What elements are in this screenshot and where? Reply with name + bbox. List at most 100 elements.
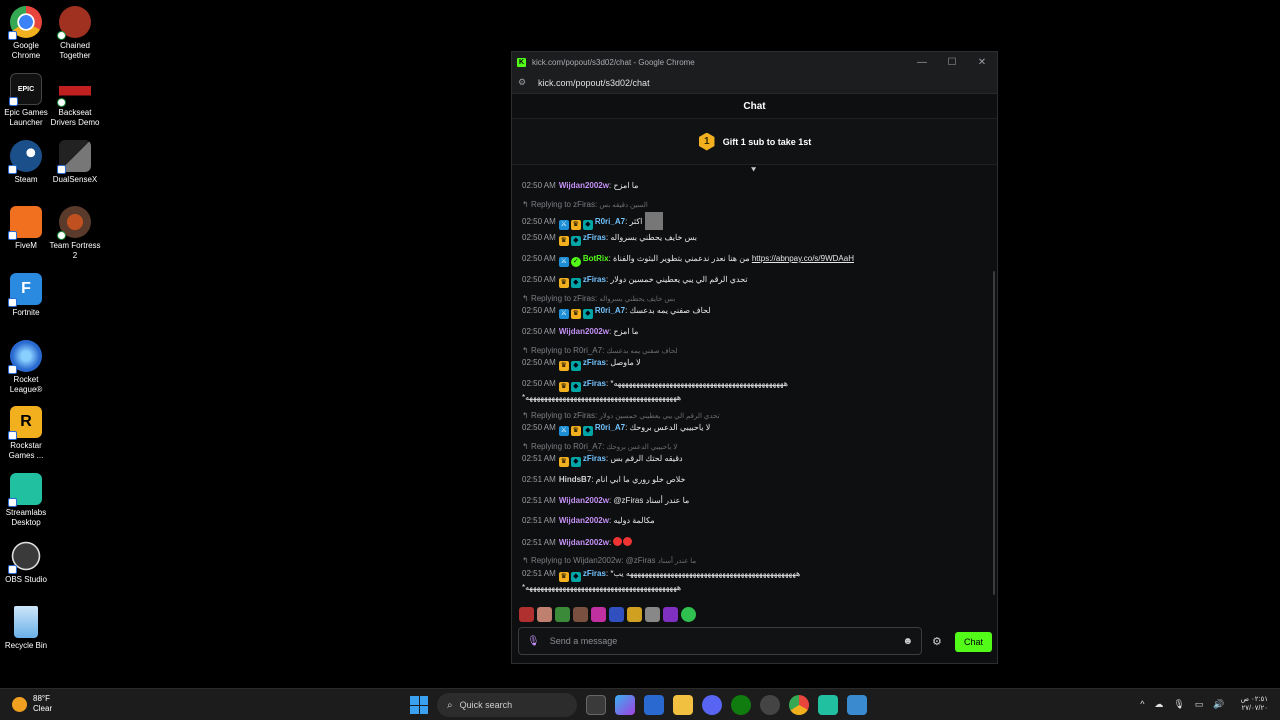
msg-username[interactable]: HindsB7 bbox=[559, 475, 591, 484]
steam-taskbar-icon[interactable] bbox=[760, 695, 780, 715]
emote-2-icon[interactable] bbox=[537, 607, 552, 622]
send-chat-button[interactable]: Chat bbox=[955, 632, 992, 652]
msg-link[interactable]: https://abnpay.co/s/9WDAaH bbox=[752, 254, 854, 263]
emote-4-icon[interactable] bbox=[573, 607, 588, 622]
chat-message[interactable]: 02:50 AM Wijdan2002w: ما امزح bbox=[522, 181, 638, 190]
msg-username[interactable]: zFiras bbox=[583, 454, 606, 463]
site-settings-icon[interactable]: ⚙ bbox=[518, 77, 530, 88]
emote-9-icon[interactable] bbox=[663, 607, 678, 622]
desktop-icon-google-chrome[interactable]: Google Chrome bbox=[0, 6, 52, 61]
chat-message[interactable]: 02:50 AM ⚔ ♛ ◆ R0ri_A7: اكثر bbox=[522, 212, 664, 230]
chat-message[interactable]: 02:50 AM ⚔ ♛ ◆ R0ri_A7: لحاف صفني يمه بدعسك bbox=[522, 306, 711, 319]
desktop-icon-obs-studio[interactable]: OBS Studio bbox=[0, 540, 52, 585]
msg-username[interactable]: zFiras bbox=[583, 275, 606, 284]
emote-10-icon[interactable] bbox=[681, 607, 696, 622]
chat-message[interactable]: 02:51 AM Wijdan2002w: @zFiras ما عندر أسن… bbox=[522, 496, 689, 505]
chat-message[interactable]: 02:50 AM Wijdan2002w: ما امزح bbox=[522, 327, 638, 336]
emote-1-icon[interactable] bbox=[519, 607, 534, 622]
msg-username[interactable]: Wijdan2002w bbox=[559, 327, 609, 336]
message-input[interactable] bbox=[549, 636, 903, 646]
network-icon[interactable]: ▭ bbox=[1195, 699, 1204, 710]
chat-message[interactable]: 02:50 AM ♛ ◆ zFiras: *ههههههههههههههههههههه… bbox=[522, 379, 788, 392]
chat-message[interactable]: 02:51 AM Wijdan2002w: مكالمة دوليه bbox=[522, 516, 655, 525]
emote-5-icon[interactable] bbox=[591, 607, 606, 622]
clock[interactable]: ٠٢:٥١ ص ٢٧/٠٧/٢٠ bbox=[1241, 695, 1268, 713]
volume-icon[interactable]: 🔊 bbox=[1213, 699, 1224, 710]
pinned-collapse-icon[interactable]: ⯆ bbox=[750, 165, 757, 176]
desktop-icon-steam[interactable]: Steam bbox=[0, 140, 52, 185]
msg-text: من هنا نعدر ندعمني بتطوير البثوث والفناة bbox=[613, 254, 750, 263]
desktop-icon-epic-games[interactable]: EPIC Epic Games Launcher bbox=[0, 73, 52, 128]
desktop-icon-dualsensex[interactable]: DualSenseX bbox=[49, 140, 101, 185]
chat-message[interactable]: 02:51 AM ♛ ◆ zFiras: دقيقه لحتك الرقم بس bbox=[522, 454, 683, 467]
emote-7-icon[interactable] bbox=[627, 607, 642, 622]
msg-username[interactable]: zFiras bbox=[583, 233, 606, 242]
desktop-icon-fivem[interactable]: FiveM bbox=[0, 206, 52, 251]
discord-icon[interactable] bbox=[702, 695, 722, 715]
og-badge-icon: ◆ bbox=[570, 457, 581, 467]
microphone-tray-icon[interactable]: 🎙 bbox=[1173, 699, 1184, 710]
store-icon[interactable] bbox=[644, 695, 664, 715]
task-view-icon[interactable] bbox=[586, 695, 606, 715]
chat-message[interactable]: 02:50 AM ♛ ◆ zFiras: لا ماوصل bbox=[522, 358, 641, 371]
msg-username[interactable]: zFiras bbox=[583, 358, 606, 367]
msg-username[interactable]: R0ri_A7 bbox=[595, 306, 625, 315]
emoji-picker-icon[interactable]: ☻ bbox=[902, 636, 913, 647]
chrome-taskbar-icon[interactable] bbox=[789, 695, 809, 715]
taskbar-search[interactable]: ⌕ Quick search bbox=[437, 693, 577, 717]
chat-message[interactable]: 02:50 AM ⚔ ✓ BotRix: من هنا نعدر ندعمني بتط… bbox=[522, 254, 854, 267]
msg-username[interactable]: Wijdan2002w bbox=[559, 538, 609, 547]
desktop-icon-rocket-league[interactable]: Rocket League® bbox=[0, 340, 52, 395]
rockstar-icon: R bbox=[8, 406, 42, 440]
msg-username[interactable]: zFiras bbox=[583, 569, 606, 578]
desktop-icon-team-fortress-2[interactable]: Team Fortress 2 bbox=[49, 206, 101, 261]
chat-message[interactable]: 02:50 AM ♛ ◆ zFiras: تحدي الرقم الي يبي يعط… bbox=[522, 275, 748, 288]
chat-settings-gear-icon[interactable]: ⚙ bbox=[932, 635, 942, 648]
reply-context[interactable]: ↰ Replying to zFiras: تحدي الرقم الي يبي… bbox=[522, 411, 720, 420]
desktop-icon-fortnite[interactable]: F Fortnite bbox=[0, 273, 52, 318]
chat-message[interactable]: 02:51 AM Wijdan2002w: bbox=[522, 537, 633, 547]
onedrive-cloud-icon[interactable]: ☁ bbox=[1154, 699, 1163, 710]
chat-message[interactable]: 02:50 AM ♛ ◆ zFiras: بس خايف يحطني بسرواله bbox=[522, 233, 697, 246]
desktop-icon-streamlabs[interactable]: Streamlabs Desktop bbox=[0, 473, 52, 528]
reply-context[interactable]: ↰ Replying to zFiras: بس خايف يحطني بسرو… bbox=[522, 294, 675, 303]
streamlabs-taskbar-icon[interactable] bbox=[818, 695, 838, 715]
chat-message[interactable]: 02:50 AM ⚔ ♛ ◆ R0ri_A7: لا ياحبيبي الدعس برو… bbox=[522, 423, 710, 436]
msg-username[interactable]: BotRix bbox=[583, 254, 609, 263]
gift-leaderboard-banner[interactable]: 1 Gift 1 sub to take 1st bbox=[512, 119, 997, 165]
reply-context[interactable]: ↰ Replying to Wijdan2002w: @zFiras ما عن… bbox=[522, 556, 696, 565]
start-windows-icon[interactable] bbox=[410, 696, 428, 714]
file-explorer-icon[interactable] bbox=[673, 695, 693, 715]
msg-username[interactable]: zFiras bbox=[583, 379, 606, 388]
chat-message[interactable]: 02:51 AM HindsB7: خلاص خلو روري ما ابي ان… bbox=[522, 475, 685, 484]
chevron-up-icon[interactable]: ^ bbox=[1140, 699, 1144, 709]
minimize-button[interactable]: — bbox=[907, 57, 937, 68]
window-titlebar[interactable]: K kick.com/popout/s3d02/chat - Google Ch… bbox=[512, 52, 997, 72]
weather-widget[interactable]: 88°F Clear bbox=[12, 694, 52, 714]
reply-context[interactable]: ↰ Replying to R0ri_A7: لا ياحبيبي الدعس … bbox=[522, 442, 677, 451]
msg-username[interactable]: R0ri_A7 bbox=[595, 217, 625, 226]
close-button[interactable]: ✕ bbox=[967, 57, 997, 68]
desktop-icon-chained-together[interactable]: Chained Together bbox=[49, 6, 101, 61]
msg-username[interactable]: Wijdan2002w bbox=[559, 181, 609, 190]
desktop-icon-backseat-drivers[interactable]: Backseat Drivers Demo bbox=[49, 73, 101, 128]
msg-time: 02:51 AM bbox=[522, 569, 556, 578]
emote-6-icon[interactable] bbox=[609, 607, 624, 622]
desktop-icon-recycle-bin[interactable]: Recycle Bin bbox=[0, 606, 52, 651]
security-shield-icon[interactable] bbox=[847, 695, 867, 715]
copilot-icon[interactable] bbox=[615, 695, 635, 715]
emote-3-icon[interactable] bbox=[555, 607, 570, 622]
microphone-icon[interactable]: 🎙 bbox=[527, 636, 540, 647]
msg-username[interactable]: R0ri_A7 bbox=[595, 423, 625, 432]
desktop-icon-rockstar[interactable]: R Rockstar Games ... bbox=[0, 406, 52, 461]
maximize-button[interactable]: ☐ bbox=[937, 57, 967, 68]
msg-username[interactable]: Wijdan2002w bbox=[559, 516, 609, 525]
chat-scrollbar[interactable] bbox=[993, 271, 995, 595]
msg-username[interactable]: Wijdan2002w bbox=[559, 496, 609, 505]
reply-context[interactable]: ↰ Replying to R0ri_A7: لحاف صفني يمه بدع… bbox=[522, 346, 678, 355]
reply-context[interactable]: ↰ Replying to zFiras: السين دقيقه بس bbox=[522, 200, 648, 209]
chat-message[interactable]: 02:51 AM ♛ ◆ zFiras: *ههههههههههههههههههههه… bbox=[522, 569, 800, 582]
xbox-icon[interactable] bbox=[731, 695, 751, 715]
emote-8-icon[interactable] bbox=[645, 607, 660, 622]
address-bar[interactable]: ⚙ kick.com/popout/s3d02/chat bbox=[512, 72, 997, 94]
